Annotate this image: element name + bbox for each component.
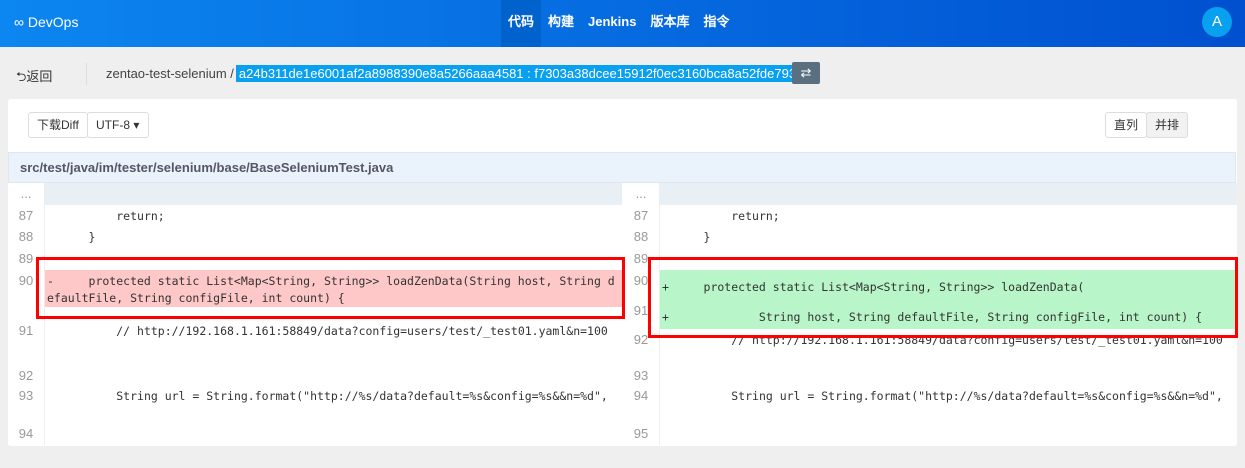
diff-line: 92 xyxy=(8,365,622,385)
line-number: 94 xyxy=(623,385,660,423)
diff-line: 88 } xyxy=(8,226,622,248)
main-menu: 代码 构建 Jenkins 版本库 指令 xyxy=(501,0,736,47)
menu-build[interactable]: 构建 xyxy=(541,0,581,47)
diff-line: ... xyxy=(8,183,622,205)
line-number: 87 xyxy=(8,205,45,226)
repo-name[interactable]: zentao-test-selenium / xyxy=(106,66,234,81)
file-path: src/test/java/im/tester/selenium/base/Ba… xyxy=(8,152,1236,183)
code-text: } xyxy=(47,230,96,244)
diff-line: 94 xyxy=(8,423,622,445)
menu-repo[interactable]: 版本库 xyxy=(643,0,696,47)
side-by-side-button[interactable]: 并排 xyxy=(1146,112,1189,138)
code-text: String url = String.format("http://%s/da… xyxy=(47,389,608,403)
line-number: 95 xyxy=(623,423,660,445)
line-number: 92 xyxy=(8,365,45,385)
code-text: } xyxy=(662,230,711,244)
code-text: // http://192.168.1.161:58849/data?confi… xyxy=(47,324,608,338)
line-number: 87 xyxy=(623,205,660,226)
code-text xyxy=(45,183,622,205)
diff-line: 87 return; xyxy=(623,205,1237,226)
highlight-box-removed xyxy=(36,257,625,319)
code-text: return; xyxy=(662,209,780,223)
line-number: 93 xyxy=(8,385,45,423)
menu-code[interactable]: 代码 xyxy=(501,0,542,47)
diff-line: 94 String url = String.format("http://%s… xyxy=(623,385,1237,423)
code-text: String url = String.format("http://%s/da… xyxy=(662,389,1223,403)
line-number: 93 xyxy=(623,365,660,385)
line-number: 88 xyxy=(623,226,660,248)
logo[interactable]: ∞ DevOps xyxy=(14,14,78,30)
line-number: 94 xyxy=(8,423,45,445)
inline-view-button[interactable]: 直列 xyxy=(1105,112,1148,138)
code-text xyxy=(660,183,1237,205)
diff-line: 91 // http://192.168.1.161:58849/data?co… xyxy=(8,320,622,365)
encoding-select[interactable]: UTF-8 ▾ xyxy=(87,112,149,138)
line-number: ... xyxy=(8,183,45,205)
back-button[interactable]: ⮌返回 xyxy=(16,66,52,90)
swap-icon[interactable]: ⇄ xyxy=(792,62,820,84)
line-number: 91 xyxy=(8,320,45,365)
breadcrumb: zentao-test-selenium / a24b311de1e6001af2… xyxy=(106,65,813,82)
avatar[interactable]: A xyxy=(1202,7,1232,37)
diff-line: 93 String url = String.format("http://%s… xyxy=(8,385,622,423)
diff-line: 95 xyxy=(623,423,1237,445)
top-nav: ∞ DevOps 代码 构建 Jenkins 版本库 指令 A xyxy=(0,0,1245,47)
diff-line: ... xyxy=(623,183,1237,205)
commit-range: a24b311de1e6001af2a8988390e8a5266aaa4581… xyxy=(235,65,813,82)
menu-jenkins[interactable]: Jenkins xyxy=(581,0,643,47)
highlight-box-added xyxy=(648,257,1238,338)
code-text: return; xyxy=(47,209,165,223)
download-diff-button[interactable]: 下载Diff xyxy=(28,112,88,138)
diff-line: 88 } xyxy=(623,226,1237,248)
divider xyxy=(86,63,87,85)
diff-line: 87 return; xyxy=(8,205,622,226)
line-number: 88 xyxy=(8,226,45,248)
line-number: ... xyxy=(623,183,660,205)
diff-line: 93 xyxy=(623,365,1237,385)
menu-commands[interactable]: 指令 xyxy=(696,0,736,47)
